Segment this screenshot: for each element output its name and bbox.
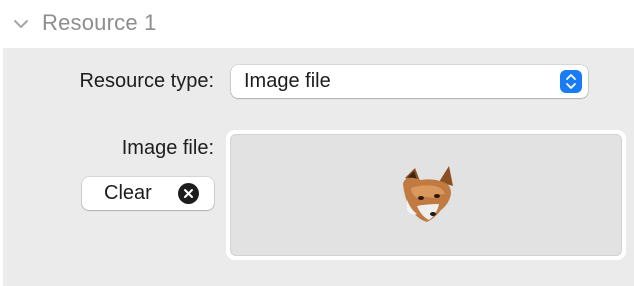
image-file-label: Image file: bbox=[121, 137, 214, 159]
clear-button[interactable]: Clear bbox=[82, 177, 214, 210]
image-well[interactable] bbox=[226, 130, 626, 260]
resource-type-label: Resource type: bbox=[79, 70, 214, 92]
popup-stepper-icon[interactable] bbox=[560, 70, 582, 93]
chevron-down-icon[interactable] bbox=[12, 17, 30, 31]
fox-head-image bbox=[399, 164, 455, 228]
section-header[interactable]: Resource 1 bbox=[0, 0, 634, 48]
clear-x-icon bbox=[178, 183, 199, 204]
clear-button-label: Clear bbox=[104, 182, 152, 204]
image-well-inner bbox=[230, 134, 622, 256]
section-title: Resource 1 bbox=[42, 10, 157, 35]
resource-type-value: Image file bbox=[244, 70, 331, 92]
resource-type-select[interactable]: Image file bbox=[231, 65, 588, 98]
